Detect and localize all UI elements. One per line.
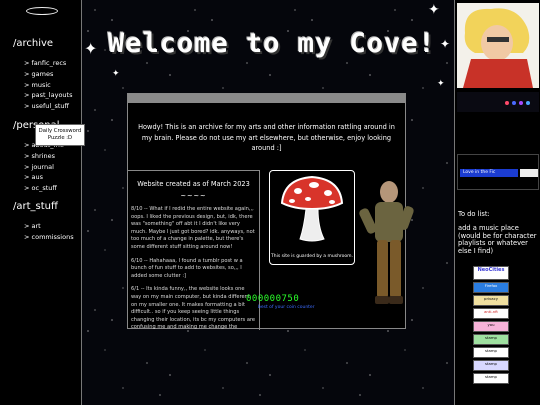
- sparkle-icon: ✦: [428, 2, 440, 18]
- nav-item-past-layouts[interactable]: > past_layouts: [24, 90, 72, 101]
- hit-counter: 000000750: [246, 294, 300, 304]
- nav-item-commissions[interactable]: > commissions: [24, 232, 74, 243]
- sparkle-icon: ✦: [112, 69, 120, 79]
- stamp-badge[interactable]: stamp: [473, 334, 509, 345]
- nav-personal-list: > about_me > shrines > journal > aus > o…: [24, 140, 64, 194]
- nav-item-music[interactable]: > music: [24, 80, 72, 91]
- scroll-banner-box: Love in the Fic: [457, 154, 539, 190]
- nav-item-fanfic-recs[interactable]: > fanfic_recs: [24, 58, 72, 69]
- dot-1: [505, 101, 509, 105]
- love-in-the-fic-banner[interactable]: Love in the Fic: [460, 169, 518, 177]
- updates-panel[interactable]: Website created as of March 2023 ~~~~ 8/…: [128, 170, 260, 330]
- nav-art-heading[interactable]: /art_stuff: [13, 201, 58, 212]
- divider-tilde: ~~~~: [180, 192, 207, 200]
- daily-crossword-link[interactable]: Daily Crossword Puzzle :D: [35, 124, 85, 146]
- nav-item-games[interactable]: > games: [24, 69, 72, 80]
- mushroom-card: This site is guarded by a mushroom.: [269, 170, 355, 265]
- nav-item-aus[interactable]: > aus: [24, 172, 64, 183]
- stamp-badge[interactable]: stamp: [473, 360, 509, 371]
- update-entry: 8/10 -- What if I redid the entire websi…: [131, 206, 255, 250]
- dots-panel: [457, 92, 539, 112]
- left-sidebar: /archive > fanfic_recs > games > music >…: [0, 0, 82, 405]
- mushroom-icon: [280, 175, 344, 242]
- todo-list: To do list: add a music place (would be …: [458, 210, 538, 255]
- character-image: [457, 3, 539, 88]
- update-entry: 6/1 -- Its kinda funny,, the website loo…: [131, 286, 256, 330]
- neocities-stamp[interactable]: NeoCities: [473, 266, 509, 280]
- created-heading: Website created as of March 2023: [137, 180, 250, 188]
- halo-icon: [26, 7, 58, 15]
- dot-3: [519, 101, 523, 105]
- sparkle-icon: ✦: [84, 39, 98, 58]
- nav-item-art[interactable]: > art: [24, 221, 74, 232]
- mushroom-caption: This site is guarded by a mushroom.: [271, 254, 353, 259]
- update-entry: 6/10 -- Hahahaaa, I found a tumblr post …: [131, 257, 243, 279]
- nav-item-useful-stuff[interactable]: > useful_stuff: [24, 101, 72, 112]
- nav-art-list: > art > commissions: [24, 221, 74, 243]
- dot-4: [526, 101, 530, 105]
- stamp-badge[interactable]: stamp: [473, 347, 509, 358]
- sparkle-icon: ✦: [437, 79, 445, 89]
- welcome-text: Howdy! This is an archive for my arts an…: [138, 123, 395, 152]
- updates-list: 8/10 -- What if I redid the entire websi…: [131, 206, 256, 330]
- hit-counter-caption[interactable]: best of your coin counter: [258, 305, 315, 310]
- character-figure-icon: [359, 181, 414, 304]
- anti-nft-stamp[interactable]: anti-nft: [473, 308, 509, 319]
- nav-item-shrines[interactable]: > shrines: [24, 151, 64, 162]
- todo-item: add a music place (would be for characte…: [458, 224, 537, 255]
- character-portrait-icon: [463, 8, 533, 88]
- firefox-stamp[interactable]: Firefox: [473, 282, 509, 293]
- nav-archive-heading[interactable]: /archive: [13, 38, 53, 49]
- main-box-titlebar: [128, 94, 405, 103]
- mini-badge[interactable]: [520, 169, 538, 177]
- page-title: Welcome to my Cove!: [108, 28, 436, 59]
- sparkle-icon: ✦: [440, 37, 451, 51]
- nav-archive-list: > fanfic_recs > games > music > past_lay…: [24, 58, 72, 112]
- you-stamp[interactable]: you: [473, 321, 509, 332]
- nav-item-journal[interactable]: > journal: [24, 162, 64, 173]
- stamp-badge[interactable]: stamp: [473, 373, 509, 384]
- dot-2: [512, 101, 516, 105]
- privacy-stamp[interactable]: privacy: [473, 295, 509, 306]
- todo-title: To do list:: [458, 210, 490, 218]
- nav-item-oc-stuff[interactable]: > oc_stuff: [24, 183, 64, 194]
